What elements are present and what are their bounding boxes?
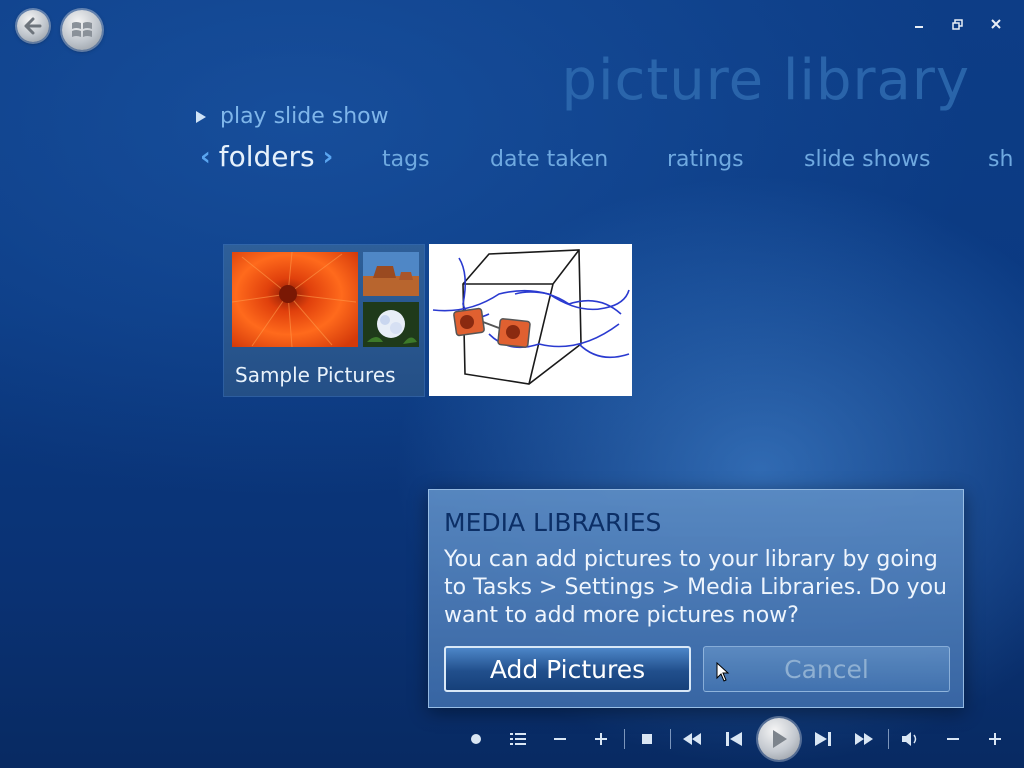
separator bbox=[624, 729, 625, 749]
separator bbox=[888, 729, 889, 749]
picture-tile-drawing[interactable] bbox=[429, 244, 632, 396]
zoom-in-button[interactable] bbox=[591, 718, 611, 760]
back-arrow-icon bbox=[24, 17, 42, 35]
play-slide-show-label: play slide show bbox=[220, 104, 389, 129]
start-button[interactable] bbox=[62, 10, 102, 50]
zoom-out-icon bbox=[554, 738, 566, 740]
guide-button[interactable] bbox=[507, 718, 529, 760]
play-icon-small bbox=[196, 110, 206, 123]
mute-button[interactable] bbox=[899, 718, 923, 760]
next-icon bbox=[815, 732, 831, 746]
tab-date-taken[interactable]: date taken bbox=[490, 147, 608, 172]
volume-up-icon bbox=[989, 733, 1001, 745]
guide-list-icon bbox=[510, 733, 526, 745]
add-pictures-button[interactable]: Add Pictures bbox=[444, 646, 691, 692]
view-pivot: ‹ folders › tags date taken ratings slid… bbox=[200, 140, 1024, 180]
fast-forward-button[interactable] bbox=[852, 718, 876, 760]
volume-down-icon bbox=[947, 738, 959, 740]
rewind-button[interactable] bbox=[680, 718, 704, 760]
zoom-in-icon bbox=[595, 733, 607, 745]
pivot-current[interactable]: ‹ folders › bbox=[200, 140, 333, 173]
close-button[interactable] bbox=[985, 14, 1007, 34]
transport-controls bbox=[0, 718, 1024, 760]
pivot-current-label: folders bbox=[218, 140, 315, 173]
tab-ratings[interactable]: ratings bbox=[667, 147, 744, 172]
zoom-out-button[interactable] bbox=[550, 718, 570, 760]
fast-forward-icon bbox=[855, 733, 873, 745]
chevron-left-icon[interactable]: ‹ bbox=[200, 142, 211, 172]
previous-button[interactable] bbox=[723, 718, 745, 760]
play-icon bbox=[773, 730, 787, 748]
stop-icon bbox=[642, 734, 652, 744]
chevron-right-icon[interactable]: › bbox=[323, 142, 334, 172]
record-icon bbox=[471, 734, 481, 744]
previous-icon bbox=[726, 732, 742, 746]
tab-tags[interactable]: tags bbox=[382, 147, 430, 172]
record-button[interactable] bbox=[466, 718, 486, 760]
volume-down-button[interactable] bbox=[943, 718, 963, 760]
minimize-icon bbox=[915, 26, 923, 28]
cancel-button[interactable]: Cancel bbox=[703, 646, 950, 692]
media-libraries-dialog: MEDIA LIBRARIES You can add pictures to … bbox=[428, 489, 964, 708]
folder-label: Sample Pictures bbox=[235, 363, 396, 387]
thumb-hydrangea bbox=[363, 302, 419, 347]
rewind-icon bbox=[683, 733, 701, 745]
close-icon bbox=[991, 19, 1001, 29]
play-button[interactable] bbox=[758, 718, 800, 760]
restore-button[interactable] bbox=[946, 14, 968, 34]
page-title: picture library bbox=[561, 48, 970, 113]
mute-icon bbox=[902, 732, 917, 746]
stop-button[interactable] bbox=[637, 718, 657, 760]
minimize-button[interactable] bbox=[908, 14, 930, 34]
thumb-desert bbox=[363, 252, 419, 296]
play-slide-show-link[interactable]: play slide show bbox=[196, 104, 389, 129]
drawing-thumbnail bbox=[432, 249, 630, 385]
windows-orb-icon bbox=[72, 22, 92, 37]
tab-slide-shows[interactable]: slide shows bbox=[804, 147, 931, 172]
back-button[interactable] bbox=[17, 10, 49, 42]
volume-up-button[interactable] bbox=[985, 718, 1005, 760]
folder-tile-sample-pictures[interactable]: Sample Pictures bbox=[224, 245, 424, 396]
separator bbox=[670, 729, 671, 749]
tab-shared[interactable]: sh bbox=[988, 147, 1013, 172]
next-button[interactable] bbox=[812, 718, 834, 760]
thumb-flower bbox=[232, 252, 358, 347]
dialog-title: MEDIA LIBRARIES bbox=[444, 508, 662, 537]
restore-icon bbox=[951, 18, 963, 30]
dialog-message: You can add pictures to your library by … bbox=[444, 547, 947, 628]
mouse-cursor-icon bbox=[716, 662, 730, 682]
